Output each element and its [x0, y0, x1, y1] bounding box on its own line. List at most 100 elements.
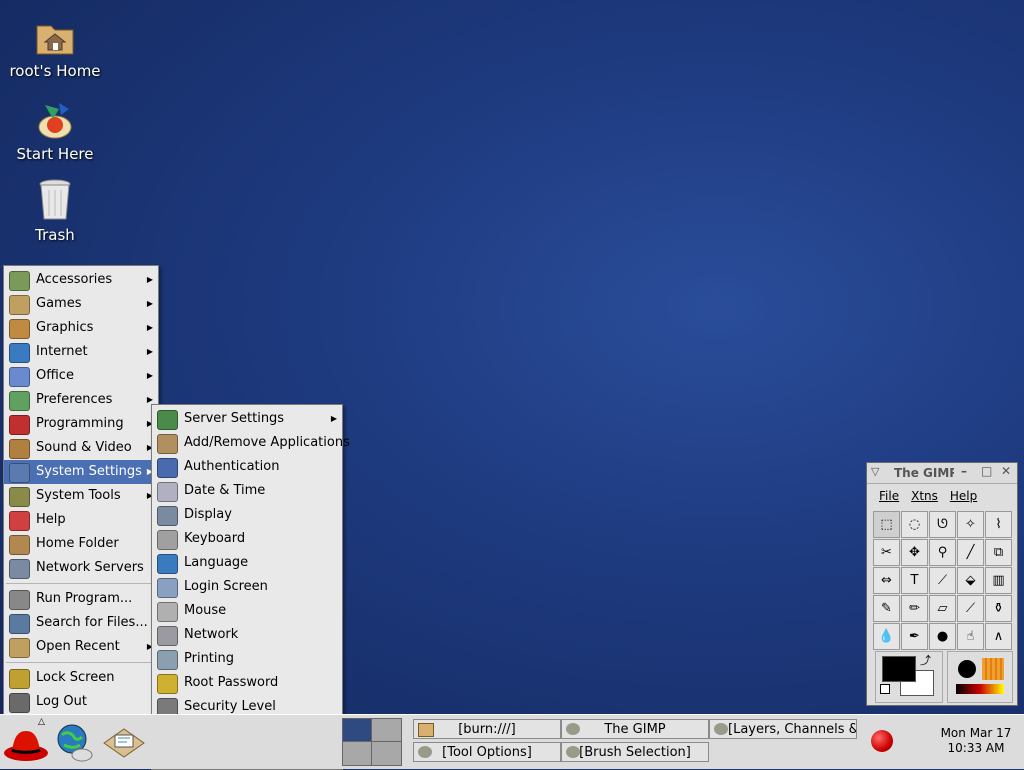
menu-item-keyboard[interactable]: Keyboard — [152, 527, 342, 551]
convolve-icon[interactable]: 💧 — [873, 623, 900, 650]
workspace-3[interactable] — [343, 742, 372, 765]
trash-icon — [31, 176, 79, 224]
gimp-icon — [566, 746, 580, 758]
workspace-2[interactable] — [372, 719, 401, 742]
workspace-switcher[interactable] — [342, 718, 402, 766]
gimp-titlebar[interactable]: ▽ The GIMP – □ ✕ — [867, 463, 1017, 484]
menu-item-system-tools[interactable]: System Tools ▶ — [4, 484, 158, 508]
task-burn[interactable]: [burn:///] — [413, 719, 561, 739]
menu-item-run-program[interactable]: Run Program... — [4, 587, 158, 611]
menu-item-network-servers[interactable]: Network Servers — [4, 556, 158, 580]
menu-item-internet[interactable]: Internet ▶ — [4, 340, 158, 364]
desktop-icon-label: Trash — [35, 226, 75, 244]
alert-notifier[interactable] — [871, 730, 893, 752]
task-label: [burn:///] — [458, 722, 516, 737]
paintbrush-icon[interactable]: ✏ — [901, 595, 928, 622]
email-launcher[interactable] — [100, 721, 146, 763]
main-menu-button[interactable] — [2, 721, 50, 765]
flip-icon[interactable]: ⇔ — [873, 567, 900, 594]
workspace-4[interactable] — [372, 742, 401, 765]
menu-item-games[interactable]: Games ▶ — [4, 292, 158, 316]
desktop-icon-home[interactable]: root's Home — [0, 12, 110, 80]
menu-item-system-settings[interactable]: System Settings ▶ — [4, 460, 158, 484]
workspace-1[interactable] — [343, 719, 372, 742]
menu-item-search-for-files[interactable]: Search for Files... — [4, 611, 158, 635]
pencil-icon[interactable]: ✎ — [873, 595, 900, 622]
menu-item-programming[interactable]: Programming ▶ — [4, 412, 158, 436]
menu-item-label: Programming — [36, 416, 124, 431]
menu-item-authentication[interactable]: Authentication — [152, 455, 342, 479]
menu-item-graphics[interactable]: Graphics ▶ — [4, 316, 158, 340]
menu-item-office[interactable]: Office ▶ — [4, 364, 158, 388]
task-layers-channels[interactable]: [Layers, Channels & P — [709, 719, 857, 739]
color-picker-icon[interactable]: ⟋ — [929, 567, 956, 594]
swap-colors-icon[interactable]: ⤴ — [920, 652, 931, 668]
clone-icon[interactable]: ⚱ — [985, 595, 1012, 622]
gimp-menu-help[interactable]: Help — [950, 489, 977, 503]
default-colors-icon[interactable] — [880, 684, 890, 694]
gimp-window-menu-icon[interactable]: ▽ — [871, 465, 879, 478]
menu-item-mouse[interactable]: Mouse — [152, 599, 342, 623]
task-label: [Layers, Channels & P — [728, 722, 857, 737]
bezier-icon[interactable]: ⌇ — [985, 511, 1012, 538]
menu-item-sound-video[interactable]: Sound & Video ▶ — [4, 436, 158, 460]
desktop-icon-start-here[interactable]: Start Here — [0, 95, 110, 163]
gimp-menu-xtns[interactable]: Xtns — [911, 489, 938, 503]
maximize-icon[interactable]: □ — [981, 464, 992, 478]
gimp-menu-file[interactable]: File — [879, 489, 899, 503]
run-program-icon — [9, 590, 30, 610]
bucket-fill-icon[interactable]: ⬙ — [957, 567, 984, 594]
ellipse-select-icon[interactable]: ◌ — [901, 511, 928, 538]
text-icon[interactable]: T — [901, 567, 928, 594]
menu-item-login-screen[interactable]: Login Screen — [152, 575, 342, 599]
menu-item-help[interactable]: Help — [4, 508, 158, 532]
rect-select-icon[interactable]: ⬚ — [873, 511, 900, 538]
clock[interactable]: Mon Mar 17 10:33 AM — [930, 726, 1022, 756]
blend-icon[interactable]: ▥ — [985, 567, 1012, 594]
menu-item-home-folder[interactable]: Home Folder — [4, 532, 158, 556]
crop-icon[interactable]: ╱ — [957, 539, 984, 566]
menu-item-network[interactable]: Network — [152, 623, 342, 647]
dodge-burn-icon[interactable]: ● — [929, 623, 956, 650]
transform-icon[interactable]: ⧉ — [985, 539, 1012, 566]
move-icon[interactable]: ✥ — [901, 539, 928, 566]
gradient-preview-icon — [956, 684, 1004, 694]
ink-icon[interactable]: ✒ — [901, 623, 928, 650]
minimize-icon[interactable]: – — [961, 464, 967, 478]
menu-item-add-remove-applications[interactable]: Add/Remove Applications — [152, 431, 350, 455]
menu-item-label: Network Servers — [36, 560, 144, 575]
menu-item-language[interactable]: Language — [152, 551, 342, 575]
menu-item-preferences[interactable]: Preferences ▶ — [4, 388, 158, 412]
smudge-icon[interactable]: ☝ — [957, 623, 984, 650]
desktop-icon-trash[interactable]: Trash — [0, 176, 110, 244]
task-label: [Tool Options] — [442, 745, 532, 760]
menu-item-label: Display — [184, 507, 232, 522]
close-icon[interactable]: ✕ — [1001, 464, 1011, 478]
menu-item-server-settings[interactable]: Server Settings ▶ — [152, 407, 342, 431]
menu-item-lock-screen[interactable]: Lock Screen — [4, 666, 158, 690]
foreground-color-swatch[interactable] — [882, 656, 916, 682]
redhat-icon — [4, 731, 48, 761]
scissors-icon[interactable]: ✂ — [873, 539, 900, 566]
fuzzy-select-icon[interactable]: ✧ — [957, 511, 984, 538]
menu-item-display[interactable]: Display — [152, 503, 342, 527]
lasso-icon[interactable]: ᘎ — [929, 511, 956, 538]
menu-item-date-time[interactable]: Date & Time — [152, 479, 342, 503]
task-the-gimp[interactable]: The GIMP — [561, 719, 709, 739]
menu-item-log-out[interactable]: Log Out — [4, 690, 158, 714]
gimp-brush-pattern-area[interactable] — [947, 651, 1013, 703]
menu-item-open-recent[interactable]: Open Recent ▶ — [4, 635, 158, 659]
menu-item-label: Graphics — [36, 320, 94, 335]
menu-separator — [6, 662, 156, 663]
task-tool-options[interactable]: [Tool Options] — [413, 742, 561, 762]
menu-item-label: Keyboard — [184, 531, 246, 546]
task-brush-selection[interactable]: [Brush Selection] — [561, 742, 709, 762]
eraser-icon[interactable]: ▱ — [929, 595, 956, 622]
menu-item-accessories[interactable]: Accessories ▶ — [4, 268, 158, 292]
measure-icon[interactable]: ∧ — [985, 623, 1012, 650]
web-browser-launcher[interactable] — [52, 721, 96, 763]
airbrush-icon[interactable]: ⟋ — [957, 595, 984, 622]
menu-item-root-password[interactable]: Root Password — [152, 671, 342, 695]
menu-item-printing[interactable]: Printing — [152, 647, 342, 671]
zoom-icon[interactable]: ⚲ — [929, 539, 956, 566]
